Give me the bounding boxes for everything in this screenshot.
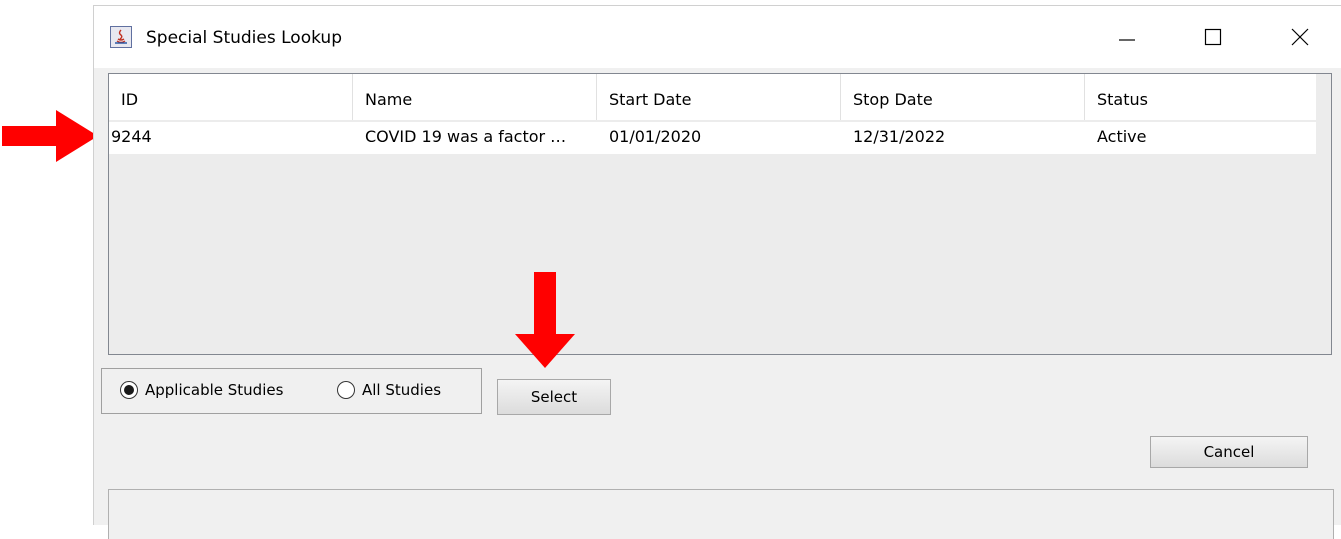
table-header: ID Name Start Date Stop Date Status	[109, 74, 1316, 120]
title-bar: Special Studies Lookup	[94, 6, 1341, 68]
radio-selected-icon	[120, 381, 138, 399]
studies-table: ID Name Start Date Stop Date Status 9244…	[108, 73, 1332, 355]
column-header-name[interactable]: Name	[353, 74, 597, 120]
radio-all-studies[interactable]: All Studies	[337, 381, 441, 399]
status-panel	[108, 489, 1334, 539]
column-header-status[interactable]: Status	[1085, 74, 1316, 120]
radio-label-applicable: Applicable Studies	[145, 381, 284, 399]
minimize-icon	[1119, 39, 1135, 41]
maximize-icon	[1204, 28, 1222, 46]
annotation-arrow-right	[2, 110, 98, 162]
close-button[interactable]	[1277, 18, 1323, 56]
minimize-button[interactable]	[1104, 18, 1150, 56]
column-header-stop-date[interactable]: Stop Date	[841, 74, 1085, 120]
radio-applicable-studies[interactable]: Applicable Studies	[120, 381, 283, 399]
table-row[interactable]: 9244 COVID 19 was a factor … 01/01/2020 …	[109, 122, 1316, 154]
radio-label-all: All Studies	[362, 381, 442, 399]
maximize-button[interactable]	[1190, 18, 1236, 56]
cell-start-date: 01/01/2020	[609, 127, 702, 146]
cell-name: COVID 19 was a factor …	[365, 127, 567, 146]
cancel-button[interactable]: Cancel	[1150, 436, 1308, 468]
select-button[interactable]: Select	[497, 379, 611, 415]
column-header-id[interactable]: ID	[109, 74, 353, 120]
cell-status: Active	[1097, 127, 1147, 146]
annotation-arrow-down	[515, 272, 575, 368]
cell-stop-date: 12/31/2022	[853, 127, 946, 146]
java-app-icon	[110, 26, 132, 48]
column-header-start-date[interactable]: Start Date	[597, 74, 841, 120]
study-filter-group: Applicable Studies All Studies	[101, 368, 482, 414]
radio-unselected-icon	[337, 381, 355, 399]
special-studies-lookup-window: Special Studies Lookup ID Name Start Dat…	[93, 5, 1341, 539]
cell-id: 9244	[111, 127, 152, 146]
close-icon	[1291, 28, 1309, 46]
window-title: Special Studies Lookup	[146, 28, 342, 48]
